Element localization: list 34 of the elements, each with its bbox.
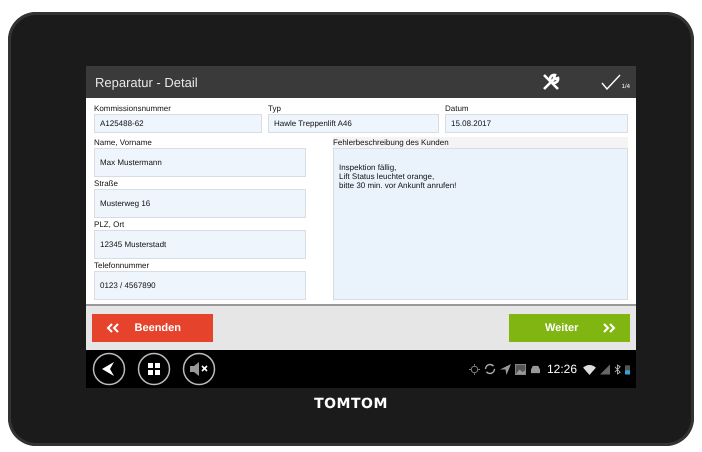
field-label: Typ [268,103,282,114]
sync-icon [484,363,496,375]
input-field[interactable]: Max Mustermann [94,148,306,177]
check-icon [600,74,621,90]
quit-button[interactable]: Beenden [92,314,213,342]
input-field[interactable]: 15.08.2017 [445,114,628,133]
apps-grid-icon[interactable] [137,352,171,386]
image-icon [514,364,526,374]
field-label: Straße [94,178,120,189]
input-field[interactable]: 12345 Musterstadt [94,230,306,259]
mute-icon[interactable] [182,352,216,386]
input-field[interactable]: 0123 / 4567890 [94,271,306,300]
field-label: PLZ, Ort [94,219,126,230]
clock-time: 12:26 [546,362,577,376]
field-label: Kommissionsnummer [94,103,172,114]
input-field[interactable]: Musterweg 16 [94,189,306,218]
brand-logo: TOMTOM [313,396,389,412]
wifi-icon [583,364,596,374]
field-label: Fehlerbeschreibung des Kunden [333,137,628,148]
description-textarea[interactable]: Inspektion fällig, Lift Status leuchtet orange, bitte 30 min. vor Ankunft anrufen! [333,148,628,300]
tools-icon[interactable] [540,72,561,92]
bluetooth-icon [614,364,621,374]
gps-icon [468,364,480,374]
battery-icon [625,364,630,374]
field-label: Datum [445,103,470,114]
field-label: Name, Vorname [94,137,153,148]
window-title: Reparatur - Detail [95,74,199,90]
double-chevron-right-icon [602,323,616,333]
input-field[interactable]: Hawle Treppenlift A46 [268,114,439,133]
double-chevron-left-icon [106,323,120,333]
signal-icon [600,364,610,374]
navigation-arrow-icon [500,364,511,374]
field-label: Telefonnummer [94,260,150,271]
input-field[interactable]: A125488-62 [94,114,262,133]
